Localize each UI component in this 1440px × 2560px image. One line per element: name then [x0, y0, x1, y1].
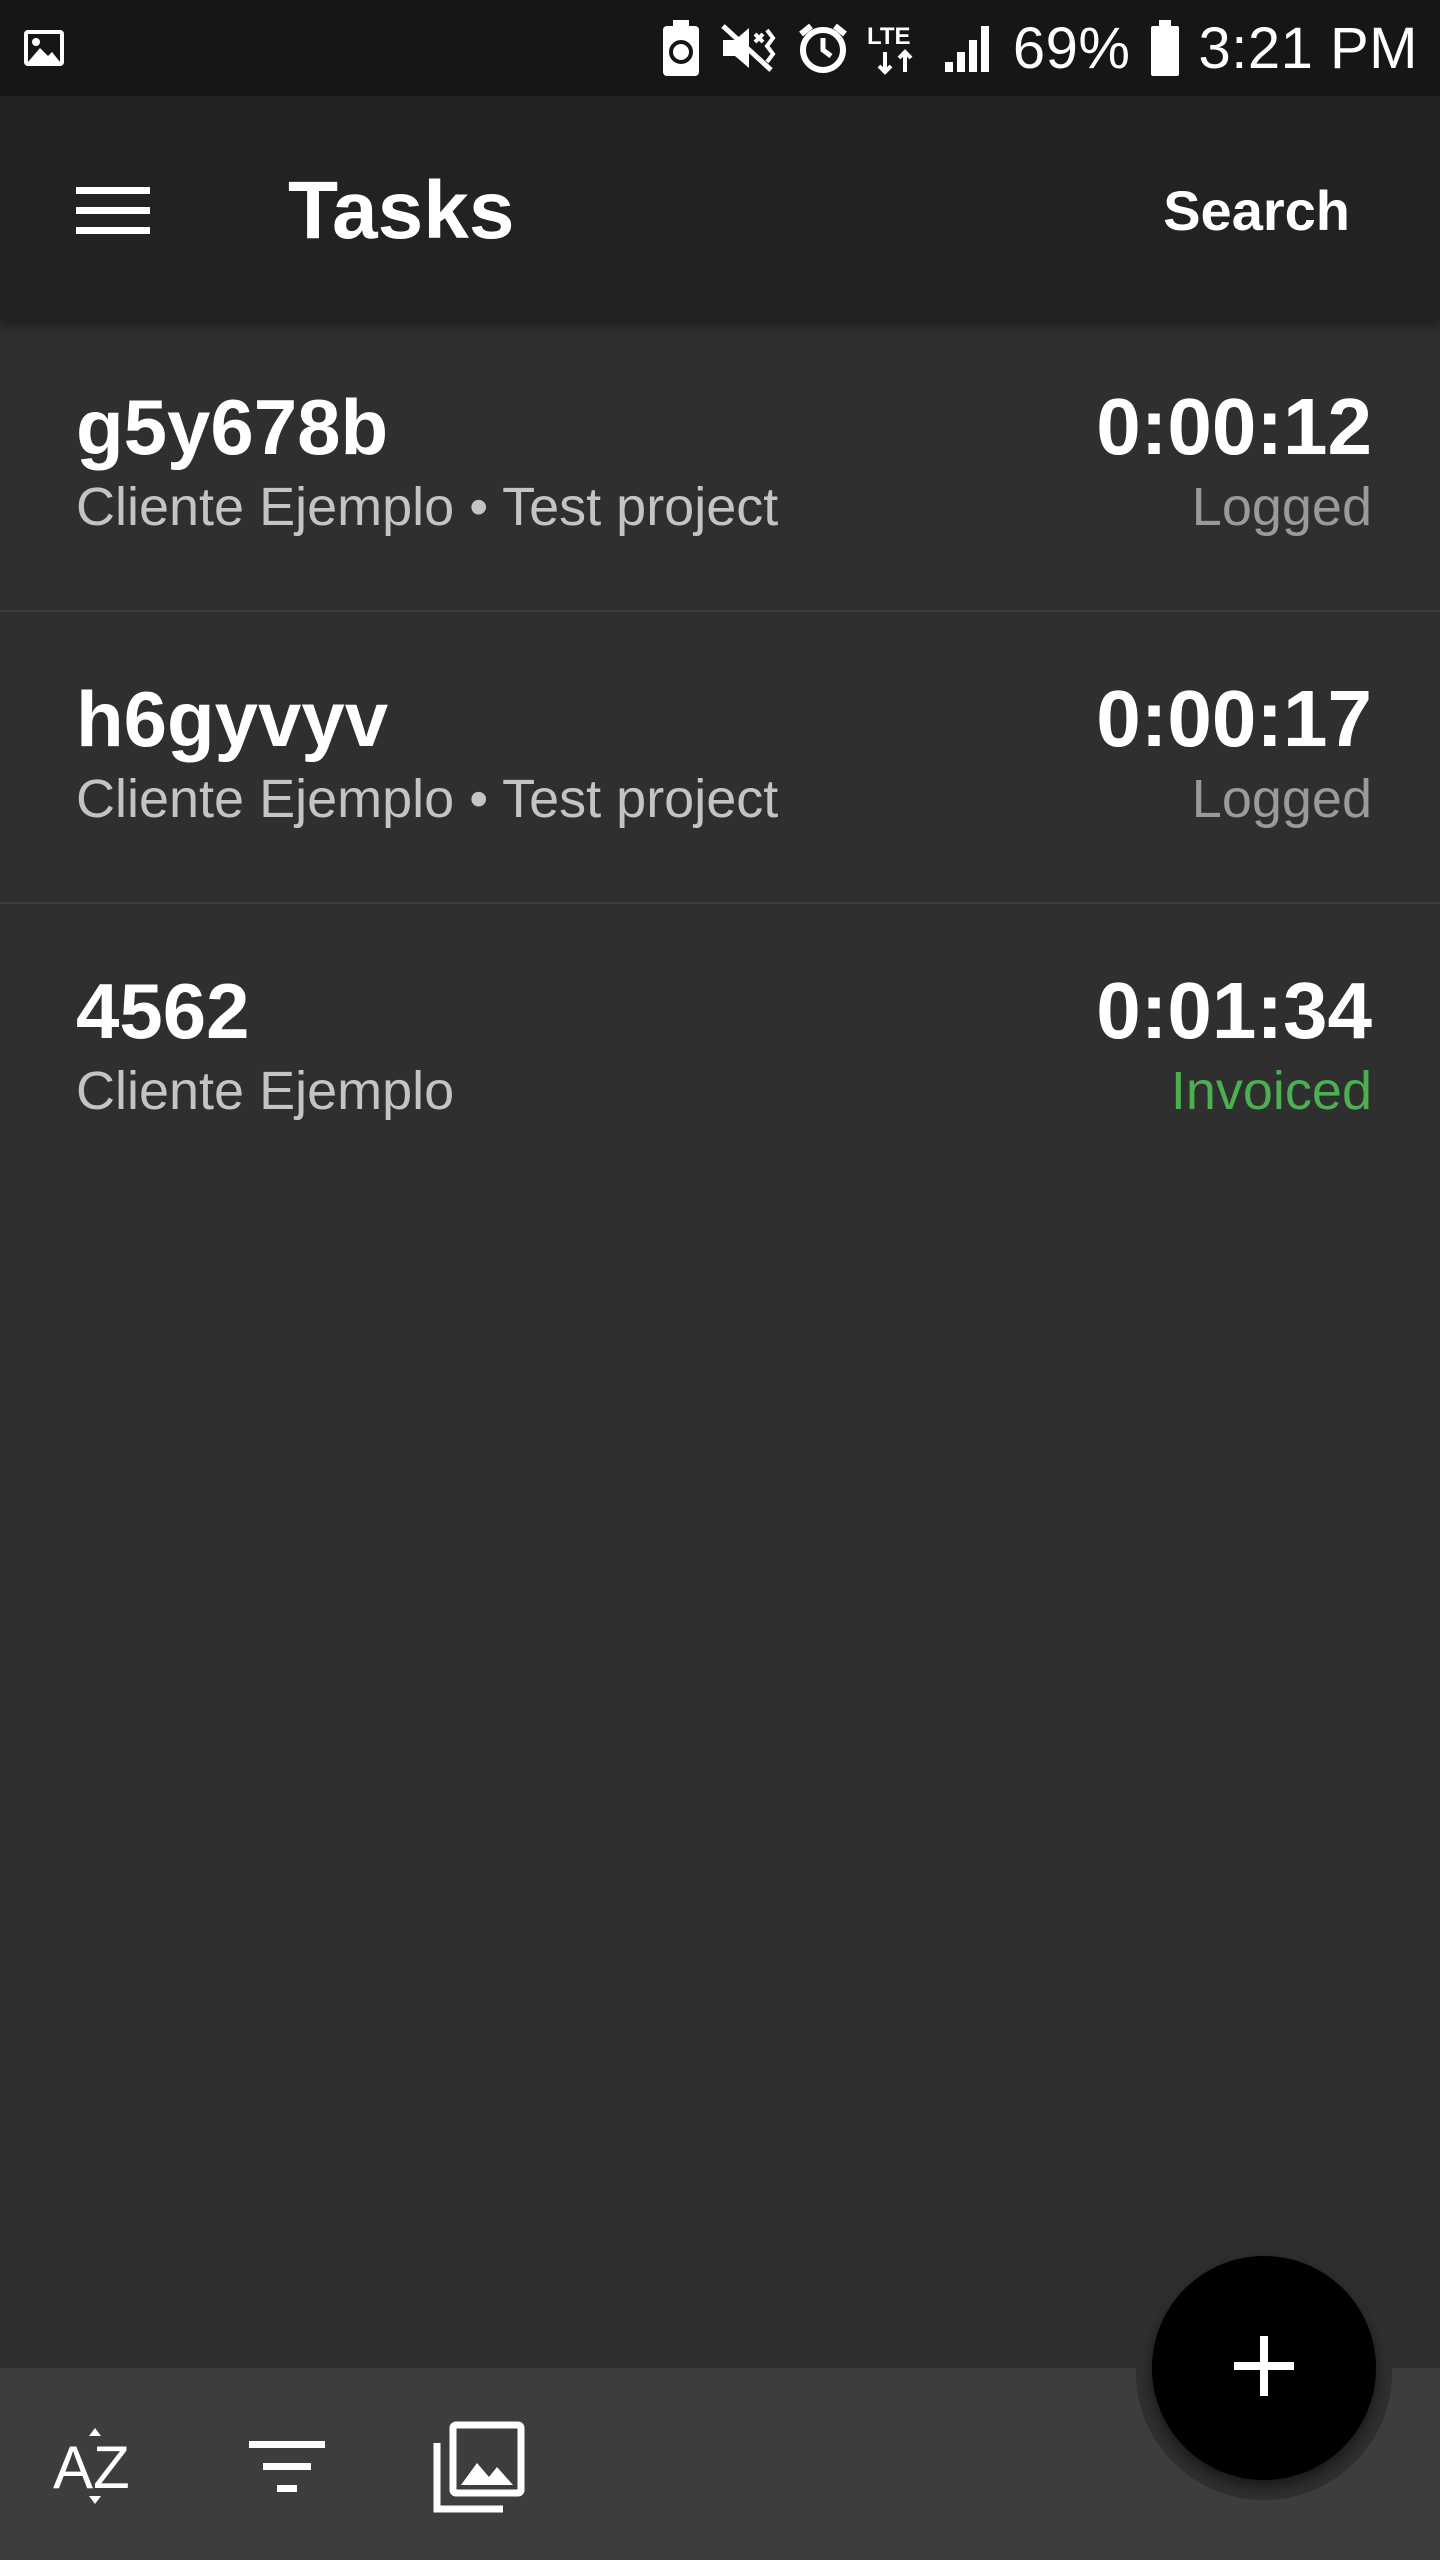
task-name: g5y678b: [76, 383, 389, 471]
battery-icon: [1149, 20, 1181, 76]
add-button[interactable]: [1152, 2256, 1376, 2480]
task-duration: 0:00:12: [1096, 382, 1372, 471]
battery-saver-icon: [661, 20, 701, 76]
task-row[interactable]: h6gyvyv Cliente Ejemplo • Test project 0…: [0, 612, 1440, 904]
gallery-stack-icon[interactable]: [424, 2412, 534, 2522]
add-icon: [1232, 2334, 1296, 2403]
hamburger-menu-icon[interactable]: [58, 166, 168, 256]
task-subtitle: Cliente Ejemplo • Test project: [76, 769, 779, 829]
page-title: Tasks: [288, 165, 515, 256]
task-status: Logged: [1191, 769, 1372, 829]
svg-text:LTE: LTE: [867, 23, 911, 50]
search-button[interactable]: Search: [1163, 176, 1350, 246]
task-duration: 0:01:34: [1096, 966, 1372, 1055]
status-bar: LTE 69% 3:21 PM: [0, 0, 1440, 96]
mute-vibrate-icon: [719, 22, 779, 74]
svg-text:A: A: [53, 2434, 93, 2501]
battery-percent: 69%: [1012, 15, 1131, 81]
task-duration: 0:00:17: [1096, 674, 1372, 763]
lte-icon: LTE: [867, 20, 925, 76]
signal-icon: [943, 22, 995, 74]
task-status: Invoiced: [1170, 1061, 1372, 1121]
task-name: 4562: [76, 967, 250, 1055]
task-row[interactable]: g5y678b Cliente Ejemplo • Test project 0…: [0, 320, 1440, 612]
filter-icon[interactable]: [232, 2412, 342, 2522]
task-status: Logged: [1191, 477, 1372, 537]
app-bar: Tasks Search: [0, 96, 1440, 320]
svg-text:Z: Z: [93, 2434, 130, 2501]
task-name: h6gyvyv: [76, 675, 389, 763]
gallery-icon: [20, 24, 68, 72]
task-list: g5y678b Cliente Ejemplo • Test project 0…: [0, 320, 1440, 1196]
task-subtitle: Cliente Ejemplo: [76, 1061, 455, 1121]
alarm-icon: [797, 22, 849, 74]
sort-az-icon[interactable]: A Z: [42, 2412, 152, 2522]
clock: 3:21 PM: [1198, 15, 1418, 81]
screen: LTE 69% 3:21 PM Tasks Search g5y678b Cli…: [0, 0, 1440, 2560]
task-subtitle: Cliente Ejemplo • Test project: [76, 477, 779, 537]
task-row[interactable]: 4562 Cliente Ejemplo 0:01:34 Invoiced: [0, 904, 1440, 1196]
